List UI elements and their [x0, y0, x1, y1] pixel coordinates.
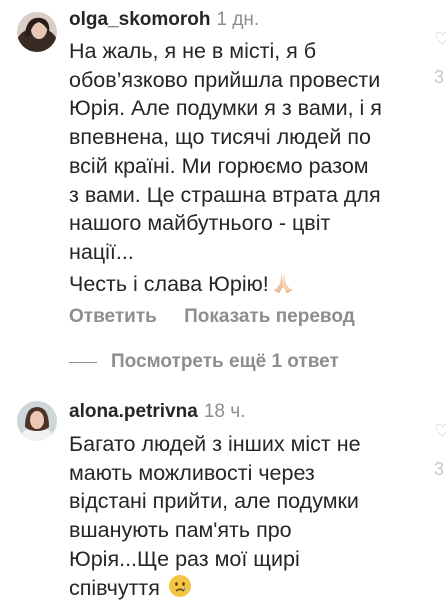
like-count: 3 — [434, 459, 445, 479]
heart-icon[interactable]: ♡ — [434, 422, 446, 440]
comment-line: Честь і слава Юрію! — [69, 270, 295, 302]
comment-text: На жаль, я не в місті, я б обов’язково п… — [69, 37, 382, 267]
reply-button[interactable]: Ответить — [69, 306, 157, 327]
view-more-replies[interactable]: Посмотреть ещё 1 ответ — [69, 349, 339, 375]
show-translation-button[interactable]: Показать перевод — [184, 306, 355, 327]
comment-text: Багато людей з інших міст не мають можли… — [69, 430, 361, 605]
comment-olga: olga_skomoroh 1 дн. На жаль, я не в місті… — [0, 0, 446, 340]
comment-line: співчуття — [69, 574, 361, 605]
comment-line: обов’язково прийшла провести — [69, 67, 381, 92]
comment-line: нашого майбутнього - цвіт — [69, 211, 331, 236]
like-count: 3 — [434, 67, 445, 87]
comment-text-closing: Честь і слава Юрію! — [69, 270, 295, 302]
closing-text: Честь і слава Юрію! — [69, 272, 269, 296]
view-more-replies-label[interactable]: Посмотреть ещё 1 ответ — [111, 351, 339, 373]
comment-line: Юрія. Але подумки я з вами, і я — [69, 96, 382, 121]
comment-line: впевнена, що тисячі людей по — [69, 125, 371, 150]
divider-line — [69, 361, 97, 363]
comment-header: olga_skomoroh 1 дн. — [69, 9, 259, 31]
comment-line: Юрія...Ще раз мої щирі — [69, 546, 300, 571]
comment-line: мають можливості через — [69, 460, 315, 485]
comment-line: На жаль, я не в місті, я б — [69, 39, 317, 63]
username[interactable]: olga_skomoroh — [69, 9, 210, 30]
crying-face-emoji-icon — [168, 574, 192, 605]
comment-header: alona.petrivna 18 ч. — [69, 401, 245, 423]
username[interactable]: alona.petrivna — [69, 401, 198, 422]
avatar[interactable] — [17, 401, 57, 441]
folded-hands-emoji-icon — [271, 270, 295, 302]
comment-line: з вами. Це страшна втрата для — [69, 182, 381, 207]
timestamp: 1 дн. — [216, 9, 260, 30]
closing-text: співчуття — [69, 575, 160, 600]
comment-line: вшанують пам'ять про — [69, 518, 292, 543]
comment-line: нації... — [69, 239, 134, 264]
heart-icon[interactable]: ♡ — [434, 30, 446, 48]
comment-line: відстані прийти, але подумки — [69, 489, 359, 514]
comment-alona: alona.petrivna 18 ч. Багато людей з інших… — [0, 390, 446, 600]
comment-line: Багато людей з інших міст не — [69, 432, 361, 456]
comment-actions: Ответить Показать перевод — [69, 306, 355, 328]
timestamp: 18 ч. — [203, 401, 246, 422]
comment-line: всій країні. Ми горюємо разом — [69, 153, 369, 178]
avatar[interactable] — [17, 12, 57, 52]
